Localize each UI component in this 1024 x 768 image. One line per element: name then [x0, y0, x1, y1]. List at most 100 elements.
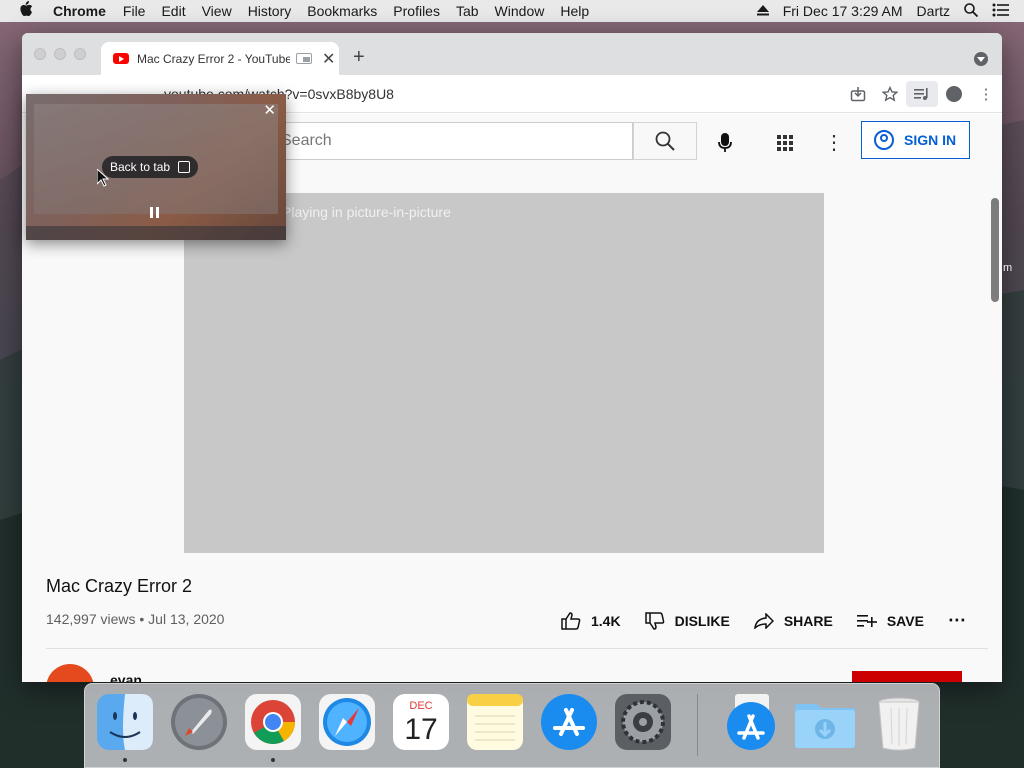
dislike-button[interactable]: DISLIKE	[644, 611, 730, 630]
dislike-label: DISLIKE	[674, 612, 730, 629]
video-actions: 1.4K DISLIKE SHARE SAVE ⋯	[561, 610, 966, 631]
dock-launchpad[interactable]	[169, 692, 229, 754]
pip-status-message: Playing in picture-in-picture	[282, 204, 451, 220]
channel-avatar[interactable]	[46, 664, 94, 682]
app-store-stack-icon	[727, 694, 775, 750]
menu-clock[interactable]: Fri Dec 17 3:29 AM	[783, 3, 903, 19]
tab-strip: Mac Crazy Error 2 - YouTube ✕ +	[22, 33, 1002, 75]
launchpad-rocket-icon	[171, 694, 227, 750]
spotlight-search-icon[interactable]	[964, 2, 979, 20]
pip-close-icon[interactable]: ✕	[263, 101, 276, 119]
youtube-apps-icon[interactable]	[770, 128, 800, 158]
minimize-window-button[interactable]	[54, 48, 66, 60]
menu-edit[interactable]: Edit	[161, 3, 185, 19]
menu-help[interactable]: Help	[560, 3, 589, 19]
like-button[interactable]: 1.4K	[561, 611, 621, 630]
install-app-icon[interactable]	[842, 81, 874, 107]
search-icon	[655, 131, 675, 151]
calendar-icon: DEC 17	[393, 694, 449, 750]
notes-icon	[467, 694, 523, 750]
youtube-search-input[interactable]: Search	[270, 122, 633, 160]
share-button[interactable]: SHARE	[753, 612, 833, 629]
voice-search-button[interactable]	[710, 128, 740, 158]
mouse-cursor-icon	[97, 169, 109, 187]
menu-profiles[interactable]: Profiles	[393, 3, 440, 19]
dock-calendar[interactable]: DEC 17	[391, 692, 451, 754]
calendar-month: DEC	[409, 700, 432, 712]
dock-app-store[interactable]	[539, 692, 599, 754]
back-to-tab-button[interactable]: Back to tab	[102, 156, 199, 178]
save-label: SAVE	[886, 612, 924, 629]
dock-downloads-folder[interactable]	[793, 692, 855, 754]
system-preferences-gear-icon	[615, 694, 671, 750]
dock-chrome[interactable]	[243, 692, 303, 762]
new-tab-button[interactable]: +	[353, 46, 365, 69]
divider	[46, 648, 988, 649]
apple-menu-icon[interactable]	[19, 1, 37, 21]
menu-bookmarks[interactable]: Bookmarks	[307, 3, 377, 19]
open-in-tab-icon	[178, 161, 191, 173]
search-placeholder: Search	[281, 132, 332, 149]
menu-user[interactable]: Dartz	[917, 3, 950, 19]
subscribe-button[interactable]	[852, 671, 962, 682]
safari-compass-icon	[319, 694, 375, 750]
calendar-day: 17	[404, 713, 437, 746]
app-store-icon	[541, 694, 597, 750]
macos-dock: DEC 17	[84, 683, 940, 768]
dock-app-store-downloads[interactable]	[721, 692, 781, 754]
video-player[interactable]: Playing in picture-in-picture	[184, 193, 824, 553]
profile-icon[interactable]	[938, 81, 970, 107]
picture-in-picture-window[interactable]: ✕ Back to tab	[26, 94, 286, 240]
page-scrollbar[interactable]	[991, 198, 999, 302]
control-center-icon[interactable]	[992, 3, 1010, 20]
menu-tab[interactable]: Tab	[456, 3, 479, 19]
dock-notes[interactable]	[465, 692, 525, 754]
desktop-edge-text: m	[1003, 262, 1013, 274]
toolbar-icons: ⋮	[842, 81, 1002, 107]
menu-bar: Chrome File Edit View History Bookmarks …	[0, 0, 1024, 22]
thumbs-up-icon	[561, 611, 581, 630]
sign-in-button[interactable]: SIGN IN	[861, 121, 970, 159]
share-arrow-icon	[753, 612, 774, 629]
downloads-folder-icon	[795, 704, 855, 748]
sign-in-label: SIGN IN	[904, 132, 957, 148]
media-controls-icon[interactable]	[906, 81, 938, 107]
menu-file[interactable]: File	[123, 3, 146, 19]
more-actions-icon[interactable]: ⋯	[948, 610, 966, 631]
pip-pause-icon[interactable]	[150, 207, 159, 218]
menu-app-name[interactable]: Chrome	[53, 3, 106, 19]
dock-trash[interactable]	[869, 692, 929, 754]
tab-search-icon[interactable]	[974, 52, 988, 66]
chrome-icon	[245, 694, 301, 750]
video-meta: 142,997 views • Jul 13, 2020	[46, 611, 225, 627]
microphone-icon	[718, 133, 732, 152]
menu-window[interactable]: Window	[495, 3, 545, 19]
tab-title: Mac Crazy Error 2 - YouTube	[137, 51, 290, 66]
share-label: SHARE	[783, 612, 833, 629]
dock-system-preferences[interactable]	[613, 692, 673, 754]
settings-more-icon[interactable]: ⋮	[822, 128, 846, 158]
youtube-search-button[interactable]	[633, 122, 697, 160]
running-indicator	[123, 758, 127, 762]
finder-icon	[97, 694, 153, 750]
picture-in-picture-indicator-icon	[296, 53, 312, 64]
eject-icon[interactable]	[756, 3, 769, 19]
chrome-menu-icon[interactable]: ⋮	[970, 81, 1002, 107]
back-to-tab-label: Back to tab	[110, 160, 171, 174]
bookmark-star-icon[interactable]	[874, 81, 906, 107]
tab-youtube[interactable]: Mac Crazy Error 2 - YouTube ✕	[101, 42, 339, 75]
running-indicator	[271, 758, 275, 762]
channel-name[interactable]: evan	[110, 672, 142, 682]
menu-history[interactable]: History	[248, 3, 292, 19]
menu-view[interactable]: View	[202, 3, 232, 19]
dock-finder[interactable]	[95, 692, 155, 762]
playlist-add-icon	[856, 614, 877, 627]
trash-icon	[878, 697, 920, 751]
save-button[interactable]: SAVE	[856, 612, 924, 629]
close-tab-icon[interactable]: ✕	[322, 49, 335, 69]
youtube-favicon-icon	[113, 53, 129, 64]
video-title: Mac Crazy Error 2	[46, 576, 193, 596]
dock-safari[interactable]	[317, 692, 377, 754]
zoom-window-button[interactable]	[74, 48, 86, 60]
close-window-button[interactable]	[34, 48, 46, 60]
